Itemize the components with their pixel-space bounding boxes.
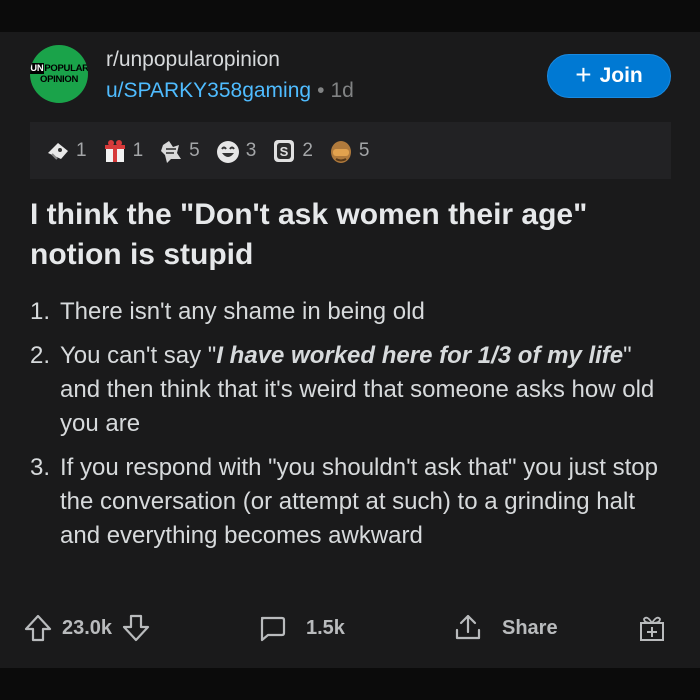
list-text: If you respond with "you shouldn't ask t… xyxy=(60,454,658,549)
svg-text:S: S xyxy=(280,144,289,159)
list-item: 3. If you respond with "you shouldn't as… xyxy=(30,451,670,553)
list-number: 2. xyxy=(30,342,51,369)
vote-count: 23.0k xyxy=(62,616,113,639)
gift-icon xyxy=(640,616,664,641)
award-count: 1 xyxy=(132,139,144,161)
award-count: 2 xyxy=(302,139,313,161)
list-item: 2. You can't say "I have worked here for… xyxy=(30,339,670,441)
gift-award-icon xyxy=(104,139,125,162)
award-count: 5 xyxy=(189,139,200,161)
comment-count: 1.5k xyxy=(306,616,345,639)
list-text: You can't say "I have worked here for 1/… xyxy=(60,339,670,441)
join-label: Join xyxy=(599,64,643,87)
logo-text-line2: OPINION xyxy=(39,74,78,85)
list-text-pre: You can't say " xyxy=(60,342,217,369)
laughing-award-icon xyxy=(216,140,239,163)
post-title[interactable]: I think the "Don't ask women their age" … xyxy=(30,195,660,275)
plus-icon: + xyxy=(575,58,592,90)
award-button[interactable] xyxy=(636,612,668,644)
comment-icon xyxy=(260,616,286,642)
author-link[interactable]: u/SPARKY358gaming xyxy=(106,79,311,103)
award-gift[interactable]: 1 xyxy=(101,137,144,165)
share-icon xyxy=(455,614,481,640)
award-wholesome[interactable]: 1 xyxy=(44,137,87,165)
list-text: There isn't any shame in being old xyxy=(60,298,425,325)
logo-text-rest: POPULAR xyxy=(44,63,88,74)
post-body: 1. There isn't any shame in being old 2.… xyxy=(30,295,670,563)
award-count: 1 xyxy=(76,139,87,161)
award-facepalm[interactable]: 5 xyxy=(327,137,370,165)
list-number: 3. xyxy=(30,454,51,481)
share-button[interactable]: Share xyxy=(452,612,558,644)
coin-award-icon: S xyxy=(274,139,295,162)
logo-text-prefix: UN xyxy=(30,63,45,74)
award-sweet[interactable]: 5 xyxy=(157,137,200,165)
list-number: 1. xyxy=(30,298,51,325)
award-count: 3 xyxy=(245,139,257,161)
sweet-award-icon xyxy=(161,140,182,163)
meta-separator: • xyxy=(317,79,325,102)
vote-group: 23.0k xyxy=(22,612,152,644)
facepalm-award-icon xyxy=(330,140,351,163)
top-bar xyxy=(0,0,700,32)
comments-button[interactable]: 1.5k xyxy=(256,612,345,644)
award-coin[interactable]: S 2 xyxy=(270,137,313,165)
action-bar: 23.0k 1.5k Share xyxy=(0,604,700,656)
list-text-emphasis: I have worked here for 1/3 of my life xyxy=(216,342,624,369)
list-item: 1. There isn't any shame in being old xyxy=(30,295,670,329)
subreddit-name[interactable]: r/unpopularopinion xyxy=(106,48,280,72)
share-label: Share xyxy=(502,616,558,639)
awards-bar[interactable]: 1 1 5 3 S 2 5 xyxy=(30,122,671,179)
downvote-icon[interactable] xyxy=(120,612,152,644)
post-age: 1d xyxy=(330,79,354,102)
award-count: 5 xyxy=(358,139,370,161)
post-meta: u/SPARKY358gaming • 1d xyxy=(106,79,354,103)
join-button[interactable]: + Join xyxy=(547,54,671,98)
community-avatar[interactable]: UNPOPULAR OPINION xyxy=(30,45,88,103)
upvote-icon[interactable] xyxy=(22,612,54,644)
bottom-bar xyxy=(0,668,700,700)
award-laughing[interactable]: 3 xyxy=(214,137,257,165)
wholesome-award-icon xyxy=(48,142,68,160)
